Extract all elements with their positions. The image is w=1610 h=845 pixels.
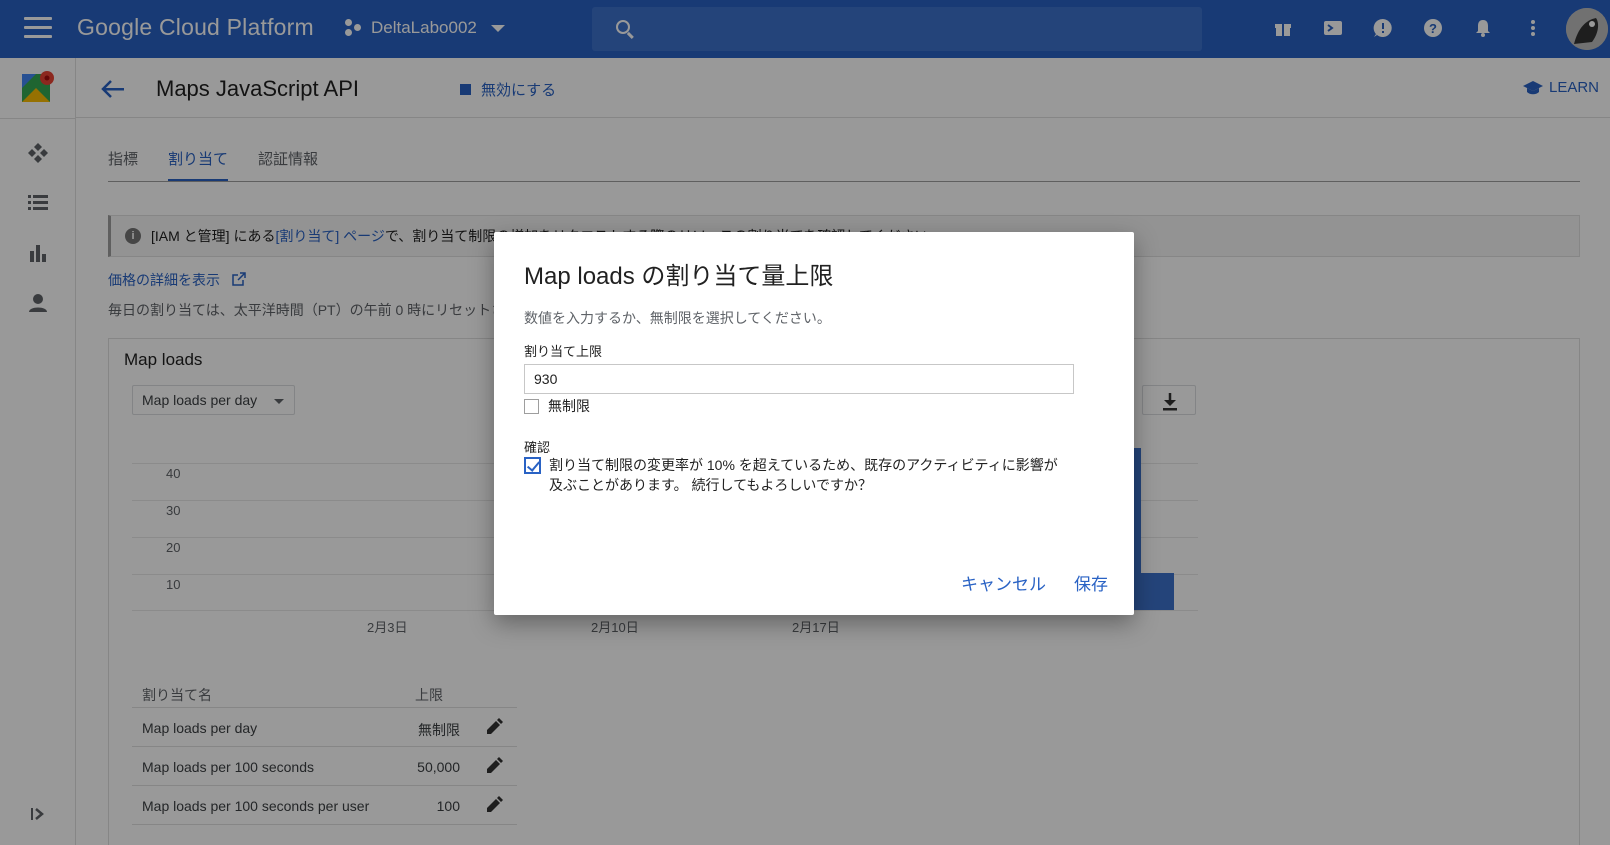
unlimited-checkbox-box[interactable] <box>524 398 539 414</box>
confirm-label: 確認 <box>524 440 551 455</box>
save-button[interactable]: 保存 <box>1074 570 1108 595</box>
confirm-text: 割り当て制限の変更率が 10% を超えているため、既存のアクティビティに影響が及… <box>549 457 1058 493</box>
dialog-actions: キャンセル 保存 <box>961 570 1108 595</box>
unlimited-label: 無制限 <box>548 398 590 414</box>
confirm-checkbox-box[interactable] <box>524 457 541 474</box>
cancel-button[interactable]: キャンセル <box>961 570 1046 595</box>
dialog-title: Map loads の割り当て量上限 <box>524 263 834 290</box>
unlimited-checkbox[interactable]: 無制限 <box>524 396 590 416</box>
dialog-description: 数値を入力するか、無制限を選択してください。 <box>524 310 831 326</box>
quota-limit-dialog: Map loads の割り当て量上限 数値を入力するか、無制限を選択してください… <box>494 232 1134 615</box>
confirm-checkbox[interactable]: 割り当て制限の変更率が 10% を超えているため、既存のアクティビティに影響が及… <box>524 455 1069 495</box>
quota-limit-input[interactable] <box>524 364 1074 394</box>
quota-limit-label: 割り当て上限 <box>524 344 603 359</box>
